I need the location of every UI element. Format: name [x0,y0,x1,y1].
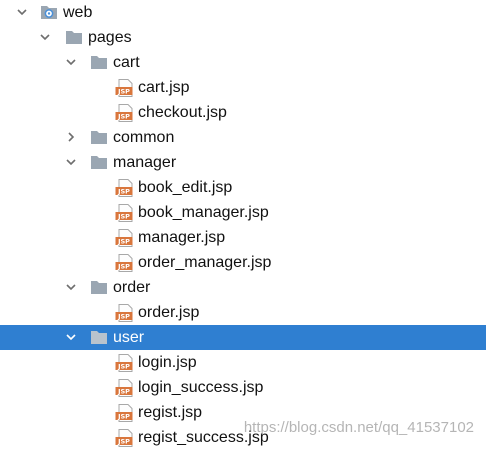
svg-text:JSP: JSP [117,313,130,321]
web-folder-icon [40,4,58,20]
chevron-down-icon[interactable] [40,32,50,42]
svg-text:JSP: JSP [117,88,130,96]
tree-node-label: manager [113,154,177,171]
folder-icon [90,154,108,170]
tree-node-label: user [113,329,145,346]
svg-text:JSP: JSP [117,363,130,371]
tree-file-label: book_manager.jsp [138,204,269,221]
tree-node-user[interactable]: user [0,325,486,350]
jsp-file-icon: JSP [115,204,134,222]
tree-file-label: login_success.jsp [138,379,264,396]
folder-icon [90,279,108,295]
chevron-right-icon[interactable] [66,132,76,142]
jsp-file-icon: JSP [115,304,134,322]
folder-icon [90,54,108,70]
folder-icon [90,129,108,145]
tree-file-login-success-jsp[interactable]: JSP login_success.jsp [0,375,486,400]
svg-text:JSP: JSP [117,413,130,421]
svg-text:JSP: JSP [117,213,130,221]
jsp-file-icon: JSP [115,104,134,122]
svg-text:JSP: JSP [117,263,130,271]
tree-node-label: order [113,279,151,296]
tree-file-label: cart.jsp [138,79,190,96]
tree-file-book-manager-jsp[interactable]: JSP book_manager.jsp [0,200,486,225]
tree-file-label: manager.jsp [138,229,226,246]
tree-file-cart-jsp[interactable]: JSP cart.jsp [0,75,486,100]
svg-text:JSP: JSP [117,113,130,121]
watermark: https://blog.csdn.net/qq_41537102 [243,419,474,436]
chevron-down-icon[interactable] [66,157,76,167]
jsp-file-icon: JSP [115,404,134,422]
tree-file-order-manager-jsp[interactable]: JSP order_manager.jsp [0,250,486,275]
tree-file-label: book_edit.jsp [138,179,233,196]
tree-file-label: order_manager.jsp [138,254,272,271]
jsp-file-icon: JSP [115,254,134,272]
svg-text:JSP: JSP [117,438,130,446]
tree-node-cart[interactable]: cart [0,50,486,75]
tree-file-label: regist.jsp [138,404,203,421]
tree-node-pages[interactable]: pages [0,25,486,50]
tree-node-label: web [63,4,93,21]
tree-node-order[interactable]: order [0,275,486,300]
tree-file-book-edit-jsp[interactable]: JSP book_edit.jsp [0,175,486,200]
jsp-file-icon: JSP [115,354,134,372]
tree-file-manager-jsp[interactable]: JSP manager.jsp [0,225,486,250]
tree-node-web[interactable]: web [0,0,486,25]
tree-file-label: order.jsp [138,304,200,321]
jsp-file-icon: JSP [115,179,134,197]
tree-file-checkout-jsp[interactable]: JSP checkout.jsp [0,100,486,125]
svg-text:JSP: JSP [117,388,130,396]
folder-icon [90,329,108,345]
chevron-down-icon[interactable] [66,332,76,342]
tree-file-label: checkout.jsp [138,104,227,121]
folder-icon [65,29,83,45]
tree-file-label: login.jsp [138,354,197,371]
project-tree: web pages cart JSP cart.jsp JSP checkout… [0,0,486,450]
jsp-file-icon: JSP [115,229,134,247]
chevron-down-icon[interactable] [17,7,27,17]
tree-file-login-jsp[interactable]: JSP login.jsp [0,350,486,375]
tree-node-label: cart [113,54,140,71]
tree-file-order-jsp[interactable]: JSP order.jsp [0,300,486,325]
svg-text:JSP: JSP [117,188,130,196]
chevron-down-icon[interactable] [66,282,76,292]
tree-node-manager[interactable]: manager [0,150,486,175]
jsp-file-icon: JSP [115,379,134,397]
chevron-down-icon[interactable] [66,57,76,67]
tree-node-common[interactable]: common [0,125,486,150]
jsp-file-icon: JSP [115,429,134,447]
svg-text:JSP: JSP [117,238,130,246]
tree-node-label: pages [88,29,132,46]
jsp-file-icon: JSP [115,79,134,97]
tree-node-label: common [113,129,175,146]
